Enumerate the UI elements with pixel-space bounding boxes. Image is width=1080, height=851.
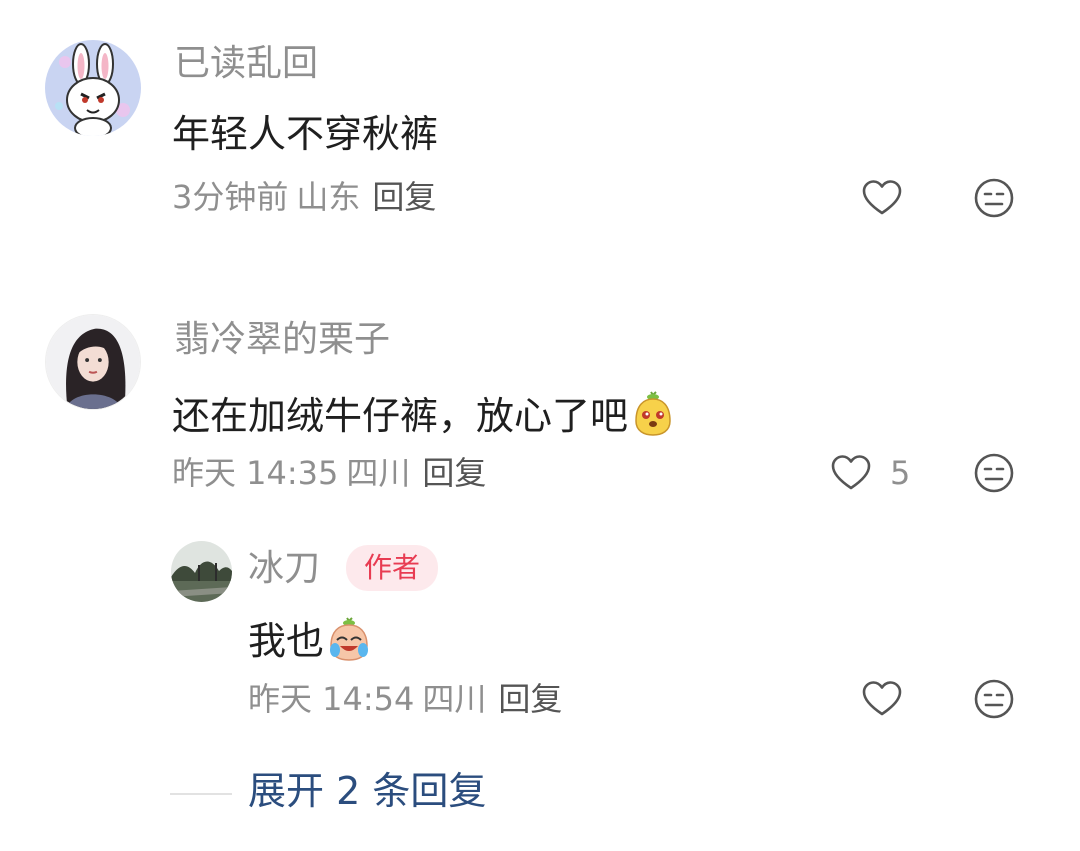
comment-text: 还在加绒牛仔裤，放心了吧 (172, 391, 676, 437)
comment-time: 昨天 14:35 (172, 454, 339, 492)
reply-text-body: 我也 (248, 619, 325, 663)
like-button[interactable] (860, 176, 904, 220)
reply-meta: 昨天 14:54 四川 回复 (248, 683, 562, 715)
dislike-button[interactable] (972, 677, 1016, 721)
comment-text: 年轻人不穿秋裤 (172, 112, 439, 156)
user-avatar[interactable] (45, 40, 141, 136)
crying-laughing-emoji-icon (326, 616, 372, 662)
comment-meta: 昨天 14:35 四川 回复 (172, 457, 486, 489)
neutral-face-icon (974, 679, 1014, 719)
heart-icon (831, 455, 871, 490)
comment-username[interactable]: 翡冷翠的栗子 (174, 322, 390, 358)
landscape-avatar-icon (171, 541, 232, 602)
comment-location: 四川 (346, 454, 411, 492)
smiling-mango-emoji-icon (630, 391, 676, 437)
reply-text: 我也 (248, 616, 372, 662)
author-badge: 作者 (346, 545, 439, 591)
reply-button[interactable]: 回复 (372, 178, 436, 216)
comment-time: 3分钟前 (172, 178, 289, 216)
neutral-face-icon (974, 453, 1014, 493)
comment-location: 山东 (296, 178, 361, 216)
reply-location: 四川 (422, 680, 487, 718)
dislike-button[interactable] (972, 451, 1016, 495)
reply-avatar[interactable] (171, 541, 232, 602)
heart-icon (862, 180, 902, 215)
girl-portrait-avatar-icon (46, 315, 140, 409)
user-avatar[interactable] (45, 314, 141, 410)
like-count: 5 (890, 454, 911, 492)
reply-button[interactable]: 回复 (498, 680, 562, 718)
comment-meta: 3分钟前 山东 回复 (172, 181, 436, 213)
bunny-avatar-icon (45, 40, 141, 136)
reply-button[interactable]: 回复 (422, 454, 486, 492)
comment-username[interactable]: 已读乱回 (174, 46, 318, 82)
expand-replies-link[interactable]: 展开 2 条回复 (248, 772, 486, 810)
reply-username[interactable]: 冰刀 (248, 551, 320, 587)
like-button[interactable] (860, 677, 904, 721)
heart-icon (862, 681, 902, 716)
neutral-face-icon (974, 178, 1014, 218)
comment-text-body: 还在加绒牛仔裤，放心了吧 (172, 394, 629, 438)
like-button[interactable] (829, 451, 873, 495)
reply-time: 昨天 14:54 (248, 680, 415, 718)
comment-section: 已读乱回 年轻人不穿秋裤 3分钟前 山东 回复 翡冷翠的栗子 还在加绒牛仔裤，放心了… (0, 0, 1080, 851)
dislike-button[interactable] (972, 176, 1016, 220)
expand-divider (170, 793, 232, 795)
